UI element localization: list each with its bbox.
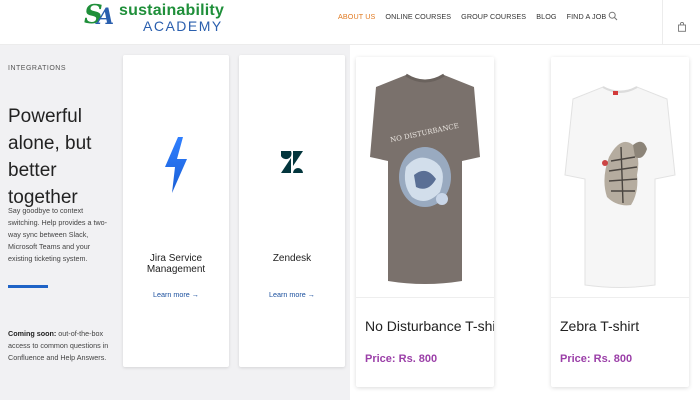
section-eyebrow: INTEGRATIONS [8, 65, 66, 72]
site-header: S A sustainability ACADEMY ABOUT US ONLI… [0, 0, 700, 45]
product-image[interactable]: NO DISTURBANCE [356, 57, 494, 297]
coming-soon-note: Coming soon: out-of-the-box access to co… [8, 328, 116, 364]
accent-divider [8, 285, 48, 288]
jira-lightning-icon [165, 137, 187, 193]
nav-about-us[interactable]: ABOUT US [338, 12, 375, 21]
product-image[interactable] [551, 57, 689, 297]
product-card[interactable]: NO DISTURBANCE No Disturbance T-shirt Pr… [356, 57, 494, 387]
logo-mark: S A [84, 0, 118, 33]
shopping-bag-icon[interactable] [677, 22, 687, 32]
app-name: Zendesk [272, 253, 312, 264]
card-divider [356, 297, 494, 298]
app-name: Jira Service Management [146, 253, 206, 275]
nav-blog[interactable]: BLOG [536, 12, 556, 21]
section-headline: Powerful alone, but better together [8, 106, 92, 208]
logo-line-2: ACADEMY [143, 18, 223, 34]
app-card-zendesk: Zendesk Learn more → [239, 55, 345, 367]
logo-line-1: sustainability [119, 2, 225, 19]
learn-more-link[interactable]: Learn more → [123, 290, 229, 299]
logo-letter-a: A [97, 4, 115, 30]
app-card-jira: Jira Service Management Learn more → [123, 55, 229, 367]
main-nav: ABOUT US ONLINE COURSES GROUP COURSES BL… [338, 12, 606, 21]
card-divider [551, 297, 689, 298]
section-body: Say goodbye to context switching. Help p… [8, 206, 108, 263]
nav-group-courses[interactable]: GROUP COURSES [461, 12, 526, 21]
learn-more-link[interactable]: Learn more → [239, 290, 345, 299]
site-logo[interactable]: S A sustainability ACADEMY [84, 0, 225, 34]
product-card[interactable]: Zebra T-shirt Price: Rs. 800 [551, 57, 689, 387]
zendesk-z-icon [281, 151, 303, 173]
logo-text: sustainability ACADEMY [119, 2, 225, 34]
search-icon[interactable] [608, 11, 618, 21]
coming-soon-label: Coming soon: [8, 329, 57, 338]
cart-area [662, 0, 700, 45]
product-price: Price: Rs. 800 [560, 353, 633, 365]
nav-online-courses[interactable]: ONLINE COURSES [385, 12, 451, 21]
product-price: Price: Rs. 800 [365, 353, 438, 365]
nav-find-a-job[interactable]: FIND A JOB [567, 12, 607, 21]
product-name[interactable]: Zebra T-shirt [560, 318, 639, 334]
product-name[interactable]: No Disturbance T-shirt [365, 318, 494, 334]
